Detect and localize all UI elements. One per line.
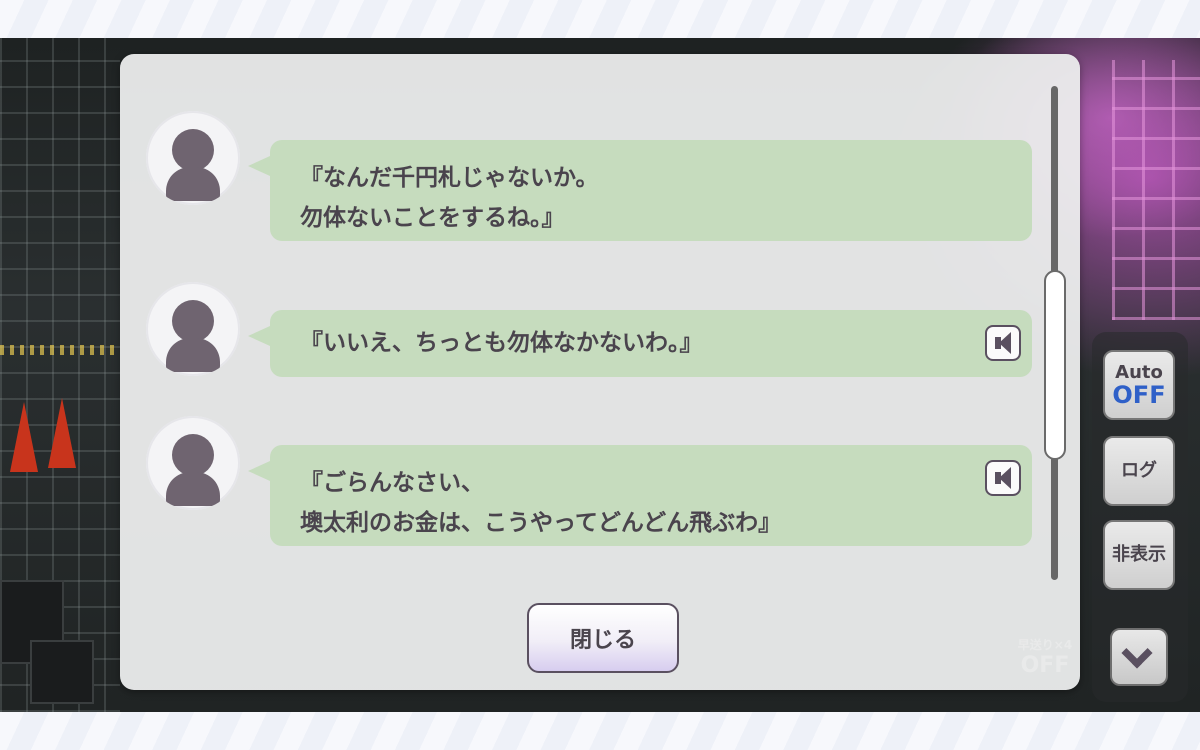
top-border [0, 0, 1200, 38]
stage-truss [1112, 60, 1200, 320]
voice-replay-button[interactable] [985, 325, 1021, 361]
voice-replay-button[interactable] [985, 460, 1021, 496]
speaker-avatar [146, 282, 240, 376]
traffic-cone [48, 398, 76, 468]
silhouette-icon [172, 300, 214, 342]
log-button[interactable]: ログ [1103, 436, 1175, 506]
chevron-down-icon [1121, 637, 1153, 669]
log-entry-bubble: 『なんだ千円札じゃないか。 勿体ないことをするね。』 [248, 140, 1032, 241]
log-entry-bubble: 『いいえ、ちっとも勿体なかないわ。』 [248, 310, 1032, 377]
collapse-menu-button[interactable] [1110, 628, 1168, 686]
auto-label: Auto [1115, 362, 1163, 383]
hide-ui-button[interactable]: 非表示 [1103, 520, 1175, 590]
log-scrollbar-thumb[interactable] [1044, 270, 1066, 460]
log-entry-line: 勿体ないことをするね。』 [300, 205, 565, 231]
speaker-avatar [146, 416, 240, 510]
log-entry-line: 『なんだ千円札じゃないか。 [300, 165, 599, 191]
silhouette-icon [172, 434, 214, 476]
close-button[interactable]: 閉じる [527, 603, 679, 673]
silhouette-icon [172, 129, 214, 171]
fast-forward-label: 早送り×4 [1017, 638, 1073, 652]
traffic-cone [10, 402, 38, 472]
scene-string-lights [0, 345, 120, 355]
log-entry-line: 墺太利のお金は、こうやってどんどん飛ぶわ』 [300, 510, 782, 536]
auto-state: OFF [1112, 381, 1166, 409]
log-entry-line: 『ごらんなさい、 [300, 470, 484, 496]
speaker-avatar [146, 111, 240, 205]
log-entry-line: 『いいえ、ちっとも勿体なかないわ。』 [300, 330, 703, 356]
auto-toggle-button[interactable]: Auto OFF [1103, 350, 1175, 420]
hide-ui-label: 非表示 [1112, 544, 1166, 565]
log-button-label: ログ [1121, 460, 1157, 481]
log-entry-bubble: 『ごらんなさい、 墺太利のお金は、こうやってどんどん飛ぶわ』 [248, 445, 1032, 546]
fast-forward-state: OFF [1020, 653, 1070, 678]
bottom-border [0, 712, 1200, 750]
fast-forward-toggle[interactable]: 早送り×4 OFF [1010, 626, 1080, 688]
stage-speaker [30, 640, 94, 704]
